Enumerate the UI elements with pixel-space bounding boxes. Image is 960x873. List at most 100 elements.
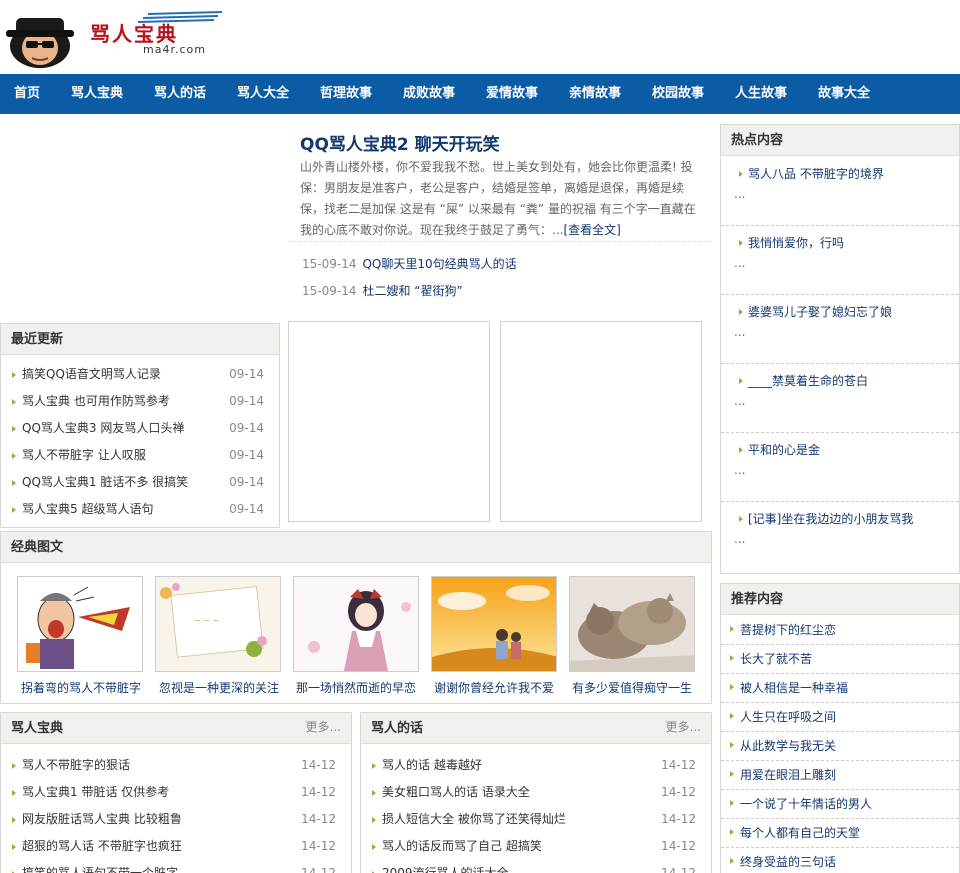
list-item-title[interactable]: 被人相信是一种幸福	[740, 679, 848, 696]
featured-read-more-link[interactable]: [查看全文]	[563, 223, 620, 237]
gallery-thumb-1[interactable]	[17, 576, 143, 672]
list-item-title[interactable]: 长大了就不苦	[740, 650, 812, 667]
list-item-date: 14-12	[301, 785, 336, 799]
list-item[interactable]: 我悄悄爱你，行吗...	[721, 226, 959, 295]
list-item-title[interactable]: 我悄悄爱你，行吗	[748, 234, 844, 251]
gallery-thumb-3[interactable]	[293, 576, 419, 672]
list-item-title[interactable]: ____禁莫着生命的苍白	[748, 372, 868, 389]
bullet-icon	[12, 480, 16, 486]
list-item-title[interactable]: 骂人宝典5 超级骂人语句	[22, 496, 153, 523]
gallery-caption-1[interactable]: 拐着弯的骂人不带脏字	[21, 679, 153, 696]
list-item[interactable]: 超狠的骂人话 不带脏字也疯狂 14-12	[1, 833, 351, 860]
featured-link[interactable]: 15-09-14 QQ聊天里10句经典骂人的话	[302, 255, 517, 272]
list-item-date: 14-12	[661, 785, 696, 799]
list-item-title[interactable]: QQ骂人宝典3 网友骂人口头禅	[22, 415, 184, 442]
list-item[interactable]: 骂人的话反而骂了自己 超搞笑 14-12	[361, 833, 711, 860]
nav-home[interactable]: 首页	[14, 74, 40, 114]
list-item-title[interactable]: 骂人的话反而骂了自己 超搞笑	[382, 833, 542, 860]
nav-rensheng[interactable]: 人生故事	[735, 74, 787, 114]
marenbaodian-box: 骂人宝典 更多... 骂人不带脏字的狠话 14-12 骂人宝典1 带脏话 仅供参考…	[0, 712, 352, 873]
nav-qinqing[interactable]: 亲情故事	[569, 74, 621, 114]
nav-aiqing[interactable]: 爱情故事	[486, 74, 538, 114]
list-item-title[interactable]: 用爱在眼泪上雕刻	[740, 766, 836, 783]
list-item-title[interactable]: 平和的心是金	[748, 441, 820, 458]
gallery-caption-5[interactable]: 有多少爱值得痴守一生	[572, 679, 704, 696]
list-item-date: 14-12	[301, 866, 336, 873]
list-item[interactable]: 被人相信是一种幸福	[721, 674, 959, 703]
list-item-title[interactable]: 一个说了十年情话的男人	[740, 795, 872, 812]
list-item[interactable]: 菩提树下的红尘恋	[721, 616, 959, 645]
list-item-title[interactable]: 骂人不带脏字的狠话	[22, 752, 130, 779]
gallery-caption-4[interactable]: 谢谢你曾经允许我不爱	[434, 679, 566, 696]
list-item-title[interactable]: 人生只在呼吸之间	[740, 708, 836, 725]
gallery-caption-2[interactable]: 忽视是一种更深的关注	[159, 679, 291, 696]
list-item-title[interactable]: 美女粗口骂人的话 语录大全	[382, 779, 530, 806]
featured-link-title[interactable]: 杜二嫂和 “翟街狗”	[362, 284, 462, 298]
list-item-title[interactable]: 骂人的话 越毒越好	[382, 752, 482, 779]
list-item-title[interactable]: 骂人宝典 也可用作防骂参考	[22, 388, 170, 415]
list-item[interactable]: 搞笑的骂人语句不带一个脏字 14-12	[1, 860, 351, 873]
list-item[interactable]: QQ骂人宝典1 脏话不多 很搞笑 09-14	[1, 469, 279, 496]
nav-marenbaodian[interactable]: 骂人宝典	[71, 74, 123, 114]
marenbaodian-more-link[interactable]: 更多...	[306, 713, 341, 741]
list-item[interactable]: [记事]坐在我边边的小朋友骂我...	[721, 502, 959, 571]
bullet-icon	[12, 844, 16, 850]
nav-gushidaquan[interactable]: 故事大全	[818, 74, 870, 114]
featured-link-title[interactable]: QQ聊天里10句经典骂人的话	[362, 257, 516, 271]
list-item[interactable]: 每个人都有自己的天堂	[721, 819, 959, 848]
angry-cartoon-man-image	[18, 577, 142, 671]
list-item[interactable]: 用爱在眼泪上雕刻	[721, 761, 959, 790]
list-item-title[interactable]: 搞笑的骂人语句不带一个脏字	[22, 860, 178, 873]
gallery-thumb-2[interactable]: ~ ~ ~	[155, 576, 281, 672]
list-item[interactable]: 从此数学与我无关	[721, 732, 959, 761]
list-item[interactable]: 网友版脏话骂人宝典 比较粗鲁 14-12	[1, 806, 351, 833]
list-item[interactable]: 平和的心是金...	[721, 433, 959, 502]
list-item-title[interactable]: 2009流行骂人的话大全	[382, 860, 509, 873]
nav-zheli[interactable]: 哲理故事	[320, 74, 372, 114]
nav-marendehua[interactable]: 骂人的话	[154, 74, 206, 114]
list-item-title[interactable]: 终身受益的三句话	[740, 853, 836, 870]
list-item-title[interactable]: 婆婆骂儿子娶了媳妇忘了娘	[748, 303, 892, 320]
nav-marendaquan[interactable]: 骂人大全	[237, 74, 289, 114]
featured-title[interactable]: QQ骂人宝典2 聊天开玩笑	[300, 130, 500, 155]
list-item[interactable]: QQ骂人宝典3 网友骂人口头禅 09-14	[1, 415, 279, 442]
list-item[interactable]: 骂人宝典 也可用作防骂参考 09-14	[1, 388, 279, 415]
list-item-title[interactable]: [记事]坐在我边边的小朋友骂我	[748, 510, 913, 527]
nav-chengbai[interactable]: 成败故事	[403, 74, 455, 114]
list-item[interactable]: 骂人宝典1 带脏话 仅供参考 14-12	[1, 779, 351, 806]
list-item[interactable]: 搞笑QQ语音文明骂人记录 09-14	[1, 361, 279, 388]
list-item[interactable]: 骂人八品 不带脏字的境界...	[721, 157, 959, 226]
list-item-title[interactable]: 搞笑QQ语音文明骂人记录	[22, 361, 161, 388]
list-item[interactable]: 人生只在呼吸之间	[721, 703, 959, 732]
gallery-thumb-4[interactable]	[431, 576, 557, 672]
bullet-icon	[739, 171, 743, 177]
list-item[interactable]: 骂人宝典5 超级骂人语句 09-14	[1, 496, 279, 523]
list-item-title[interactable]: 从此数学与我无关	[740, 737, 836, 754]
list-item[interactable]: 骂人不带脏字的狠话 14-12	[1, 752, 351, 779]
list-item-title[interactable]: 损人短信大全 被你骂了还笑得灿烂	[382, 806, 566, 833]
list-item[interactable]: 2009流行骂人的话大全 14-12	[361, 860, 711, 873]
marendehua-more-link[interactable]: 更多...	[666, 713, 701, 741]
list-item[interactable]: 美女粗口骂人的话 语录大全 14-12	[361, 779, 711, 806]
featured-link[interactable]: 15-09-14 杜二嫂和 “翟街狗”	[302, 282, 463, 299]
list-item[interactable]: 一个说了十年情话的男人	[721, 790, 959, 819]
list-item[interactable]: 骂人的话 越毒越好 14-12	[361, 752, 711, 779]
list-item-title[interactable]: 骂人不带脏字 让人叹服	[22, 442, 146, 469]
list-item-title[interactable]: 每个人都有自己的天堂	[740, 824, 860, 841]
list-item-title[interactable]: 骂人八品 不带脏字的境界	[748, 165, 884, 182]
nav-xiaoyuan[interactable]: 校园故事	[652, 74, 704, 114]
list-item[interactable]: 婆婆骂儿子娶了媳妇忘了娘...	[721, 295, 959, 364]
list-item-title[interactable]: 网友版脏话骂人宝典 比较粗鲁	[22, 806, 182, 833]
list-item-title[interactable]: 超狠的骂人话 不带脏字也疯狂	[22, 833, 182, 860]
logo-gangster-face-icon[interactable]	[2, 4, 78, 70]
list-item[interactable]: 损人短信大全 被你骂了还笑得灿烂 14-12	[361, 806, 711, 833]
list-item[interactable]: ____禁莫着生命的苍白...	[721, 364, 959, 433]
list-item[interactable]: 骂人不带脏字 让人叹服 09-14	[1, 442, 279, 469]
gallery-caption-3[interactable]: 那一场悄然而逝的早恋	[296, 679, 428, 696]
gallery-thumb-5[interactable]	[569, 576, 695, 672]
list-item-title[interactable]: 骂人宝典1 带脏话 仅供参考	[22, 779, 169, 806]
list-item-title[interactable]: 菩提树下的红尘恋	[740, 621, 836, 638]
list-item-title[interactable]: QQ骂人宝典1 脏话不多 很搞笑	[22, 469, 188, 496]
list-item[interactable]: 终身受益的三句话	[721, 848, 959, 873]
list-item[interactable]: 长大了就不苦	[721, 645, 959, 674]
